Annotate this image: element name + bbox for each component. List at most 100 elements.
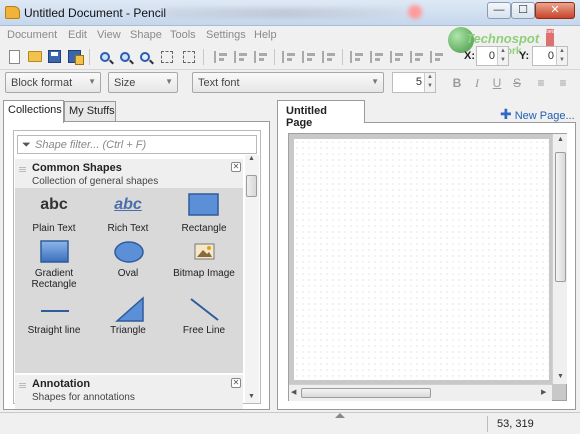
menu-shape[interactable]: Shape <box>130 29 162 41</box>
scrollbar-thumb[interactable] <box>555 152 566 282</box>
collections-scrollbar[interactable]: ▲ ▼ <box>245 155 259 403</box>
toolbar-separator <box>203 49 204 65</box>
bring-front-button[interactable] <box>428 48 445 65</box>
menu-help[interactable]: Help <box>254 29 277 41</box>
font-size-value: 5 <box>415 76 422 88</box>
drawing-canvas[interactable] <box>294 139 549 380</box>
shape-label: Rich Text <box>107 223 149 234</box>
canvas-vertical-scrollbar[interactable]: ▲ ▼ <box>552 134 567 384</box>
save-button[interactable] <box>46 48 63 65</box>
zoom-in-button[interactable] <box>96 48 113 65</box>
align-text-center-button[interactable]: ≡ <box>554 74 572 92</box>
triangle-icon <box>115 296 144 322</box>
select-icon <box>160 50 173 63</box>
tab-untitled-page[interactable]: Untitled Page <box>277 100 365 129</box>
scroll-up-icon[interactable]: ▲ <box>557 136 564 143</box>
spinner-arrows-icon[interactable]: ▲ ▼ <box>556 47 567 65</box>
zoom-actual-button[interactable] <box>136 48 153 65</box>
zoom-out-button[interactable] <box>116 48 133 65</box>
open-document-button[interactable] <box>26 48 43 65</box>
distribute-h-button[interactable] <box>388 48 405 65</box>
x-value: 0 <box>488 50 495 62</box>
spinner-arrows-icon[interactable]: ▲ ▼ <box>424 73 435 92</box>
shape-straight-line[interactable]: Straight line <box>17 298 91 338</box>
shape-label: Free Line <box>182 325 226 336</box>
grip-icon <box>19 383 26 389</box>
group-button[interactable] <box>180 48 197 65</box>
bold-button[interactable]: B <box>448 74 466 92</box>
x-label: X: <box>464 50 475 62</box>
align-text-left-button[interactable]: ≡ <box>532 74 550 92</box>
menu-settings[interactable]: Settings <box>206 29 246 41</box>
spinner-arrows-icon[interactable]: ▲ ▼ <box>497 47 508 65</box>
toolbar-separator <box>342 49 343 65</box>
tab-collections[interactable]: Collections <box>3 100 64 123</box>
size-dropdown[interactable]: Size ▼ <box>108 72 178 93</box>
new-file-icon <box>9 49 20 64</box>
align-top-icon <box>282 50 295 63</box>
collection-annotation[interactable]: Annotation Shapes for annotations ✕ <box>15 375 243 409</box>
shape-triangle[interactable]: Triangle <box>91 296 165 338</box>
status-separator <box>487 416 488 432</box>
save-as-icon <box>68 50 84 65</box>
shape-label: Gradient Rectangle <box>31 268 77 290</box>
distribute-v-button[interactable] <box>408 48 425 65</box>
shape-filter-input[interactable]: ⏷ Shape filter... (Ctrl + F) <box>17 135 257 154</box>
align-bottom-button[interactable] <box>320 48 337 65</box>
select-all-button[interactable] <box>158 48 175 65</box>
align-middle-button[interactable] <box>300 48 317 65</box>
font-value: Text font <box>198 77 240 89</box>
collection-title: Annotation <box>32 378 91 390</box>
same-height-button[interactable] <box>368 48 385 65</box>
strikethrough-button[interactable]: S <box>508 74 526 92</box>
save-as-button[interactable] <box>66 48 84 65</box>
scroll-down-icon[interactable]: ▼ <box>557 373 564 380</box>
menu-view[interactable]: View <box>97 29 121 41</box>
splitter-grip-icon[interactable] <box>335 413 345 418</box>
shape-rich-text[interactable]: abc Rich Text <box>91 196 165 236</box>
menu-document[interactable]: Document <box>7 29 57 41</box>
cursor-coordinates: 53, 319 <box>497 418 534 430</box>
y-label: Y: <box>519 50 530 62</box>
close-icon[interactable]: ✕ <box>231 162 241 172</box>
underline-button[interactable]: U <box>488 74 506 92</box>
shape-free-line[interactable]: Free Line <box>167 296 241 338</box>
font-dropdown[interactable]: Text font ▼ <box>192 72 384 93</box>
same-width-button[interactable] <box>348 48 365 65</box>
italic-button[interactable]: I <box>468 74 486 92</box>
x-position-spinner[interactable]: 0 ▲ ▼ <box>476 46 509 66</box>
align-center-button[interactable] <box>232 48 249 65</box>
new-page-button[interactable]: ✚ New Page... <box>500 106 575 123</box>
new-page-label: New Page... <box>514 110 575 122</box>
shape-oval[interactable]: Oval <box>91 240 165 284</box>
align-left-icon <box>214 50 227 63</box>
maximize-button[interactable]: ☐ <box>511 2 535 19</box>
toolbar-separator <box>274 49 275 65</box>
menu-edit[interactable]: Edit <box>68 29 87 41</box>
scroll-right-icon[interactable]: ▶ <box>541 388 546 396</box>
align-right-button[interactable] <box>252 48 269 65</box>
shape-label: Oval <box>117 268 139 279</box>
align-left-button[interactable] <box>212 48 229 65</box>
new-document-button[interactable] <box>6 48 23 65</box>
minimize-button[interactable]: — <box>487 2 511 19</box>
close-icon[interactable]: ✕ <box>231 378 241 388</box>
scrollbar-thumb[interactable] <box>301 388 431 398</box>
shape-bitmap-image[interactable]: Bitmap Image <box>167 240 241 284</box>
y-position-spinner[interactable]: 0 ▲ ▼ <box>532 46 568 66</box>
tab-my-stuffs[interactable]: My Stuffs <box>64 101 116 122</box>
y-value: 0 <box>547 50 554 62</box>
font-size-spinner[interactable]: 5 ▲ ▼ <box>392 72 436 93</box>
shape-plain-text[interactable]: abc Plain Text <box>17 196 91 236</box>
block-format-dropdown[interactable]: Block format ▼ <box>5 72 101 93</box>
scroll-left-icon[interactable]: ◀ <box>291 388 296 396</box>
menu-tools[interactable]: Tools <box>170 29 196 41</box>
align-top-button[interactable] <box>280 48 297 65</box>
scrollbar-thumb[interactable] <box>246 175 257 197</box>
canvas-horizontal-scrollbar[interactable]: ◀ ▶ <box>289 384 552 401</box>
scroll-down-icon[interactable]: ▼ <box>248 393 255 400</box>
shape-rectangle[interactable]: Rectangle <box>167 192 241 236</box>
shape-gradient-rectangle[interactable]: Gradient Rectangle <box>17 240 91 292</box>
close-button[interactable]: ✕ <box>535 2 575 19</box>
scroll-up-icon[interactable]: ▲ <box>248 155 255 162</box>
